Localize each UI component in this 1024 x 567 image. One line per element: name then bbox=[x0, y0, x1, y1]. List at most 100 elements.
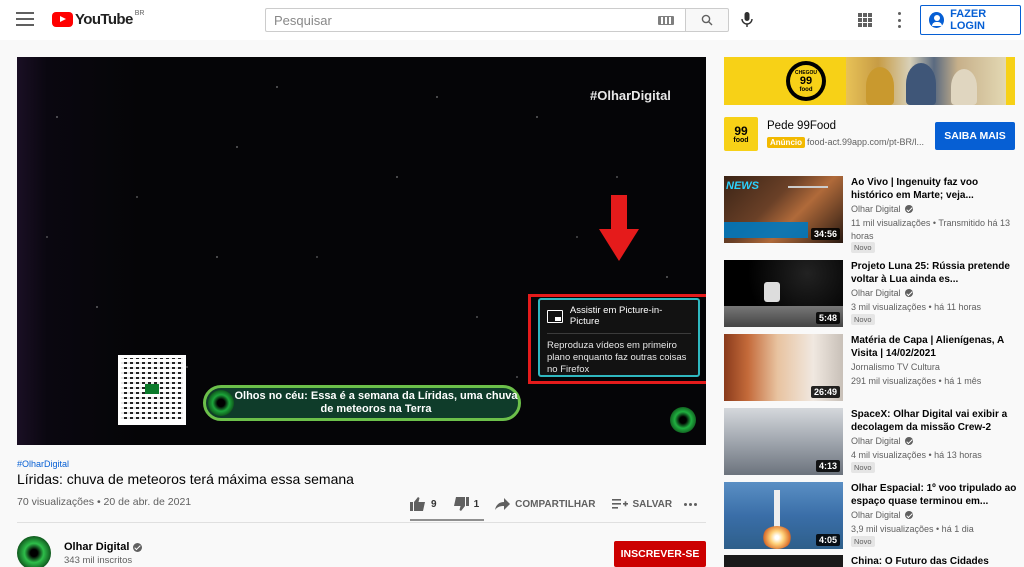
red-arrow-annotation bbox=[599, 195, 639, 265]
new-badge: Novo bbox=[851, 462, 875, 473]
recommendation-channel-name: Olhar Digital bbox=[851, 510, 901, 520]
divider bbox=[17, 522, 706, 523]
recommendation-meta: 291 mil visualizações • há 1 mês bbox=[851, 376, 982, 386]
ad-banner-image[interactable]: CHEGOU 99 food bbox=[724, 57, 1015, 105]
ad-label-badge: Anúncio bbox=[767, 137, 805, 148]
recommendation-channel-name: Olhar Digital bbox=[851, 288, 901, 298]
video-thumbnail: 4:05 bbox=[724, 482, 843, 549]
recommendation-title: Matéria de Capa | Alienígenas, A Visita … bbox=[851, 335, 1004, 359]
ad-photo bbox=[846, 57, 1006, 105]
recommendation-meta: 3 mil visualizações • há 11 horas bbox=[851, 302, 982, 312]
recommendation-channel: Olhar Digital bbox=[851, 204, 913, 214]
recommendation-item[interactable]: 26:49 Matéria de Capa | Alienígenas, A V… bbox=[724, 334, 1020, 402]
more-actions-icon[interactable] bbox=[684, 503, 697, 506]
video-duration: 34:56 bbox=[810, 228, 840, 240]
save-label: SALVAR bbox=[632, 498, 673, 510]
recommendation-title: Projeto Luna 25: Rússia pretende voltar … bbox=[851, 261, 1010, 285]
top-header: YouTube BR FAZER LOGIN bbox=[0, 0, 1024, 40]
ad-logo-line1: 99 bbox=[734, 123, 748, 138]
dislike-button[interactable]: 1 bbox=[453, 497, 480, 511]
youtube-play-icon bbox=[52, 12, 73, 27]
subscribe-button[interactable]: INSCREVER-SE bbox=[614, 541, 706, 567]
settings-more-icon[interactable] bbox=[897, 12, 901, 28]
video-title: Líridas: chuva de meteoros terá máxima e… bbox=[17, 471, 354, 487]
recommendation-channel: Olhar Digital bbox=[851, 510, 913, 520]
recommendation-channel-name: Olhar Digital bbox=[851, 436, 901, 446]
playlist-add-icon bbox=[611, 499, 628, 509]
lower-third-text: Olhos no céu: Essa é a semana da Líridas… bbox=[234, 390, 518, 415]
recommendation-channel-name: Olhar Digital bbox=[851, 204, 901, 214]
logo-country-code: BR bbox=[134, 10, 145, 17]
like-count: 9 bbox=[431, 498, 437, 510]
recommendation-title: Olhar Espacial: 1º voo tripulado ao espa… bbox=[851, 483, 1017, 507]
recommendation-title: SpaceX: Olhar Digital vai exibir a decol… bbox=[851, 409, 1008, 433]
save-button[interactable]: SALVAR bbox=[611, 498, 673, 510]
thumbs-down-icon bbox=[453, 497, 469, 511]
verified-icon bbox=[133, 542, 143, 552]
share-icon bbox=[495, 498, 511, 510]
olhar-digital-eye-icon bbox=[208, 390, 234, 416]
recommendation-title: Ao Vivo | Ingenuity faz voo histórico em… bbox=[851, 177, 979, 201]
like-button[interactable]: 9 bbox=[410, 497, 437, 511]
recommendation-channel-name: Jornalismo TV Cultura bbox=[851, 362, 940, 372]
channel-avatar[interactable] bbox=[17, 536, 51, 567]
ad-badge-line2: 99 bbox=[799, 74, 813, 87]
video-thumbnail: 5:48 bbox=[724, 260, 843, 327]
video-duration: 4:05 bbox=[815, 534, 840, 546]
channel-corner-logo bbox=[670, 407, 696, 433]
recommendation-item[interactable]: NEWS 34:56 Ao Vivo | Ingenuity faz voo h… bbox=[724, 176, 1020, 253]
search-input[interactable] bbox=[265, 8, 685, 32]
ad-title[interactable]: Pede 99Food bbox=[767, 120, 836, 132]
lower-third-caption: Olhos no céu: Essa é a semana da Líridas… bbox=[203, 385, 521, 421]
video-player[interactable]: #OlharDigital Olhos no céu: Essa é a sem… bbox=[17, 57, 706, 445]
recommendation-item[interactable]: 4:05 Olhar Espacial: 1º voo tripulado ao… bbox=[724, 482, 1020, 550]
video-thumbnail: 4:13 bbox=[724, 408, 843, 475]
login-button[interactable]: FAZER LOGIN bbox=[920, 5, 1021, 35]
video-thumbnail[interactable] bbox=[724, 555, 843, 567]
recommendation-channel: Olhar Digital bbox=[851, 436, 913, 446]
recommendation-item[interactable]: 5:48 Projeto Luna 25: Rússia pretende vo… bbox=[724, 260, 1020, 328]
video-duration: 5:48 bbox=[815, 312, 840, 324]
recommendation-channel: Jornalismo TV Cultura bbox=[851, 362, 940, 372]
red-highlight-box bbox=[528, 294, 706, 384]
youtube-logo[interactable]: YouTube BR bbox=[52, 10, 145, 28]
search-icon bbox=[701, 14, 713, 26]
video-watermark: #OlharDigital bbox=[590, 88, 671, 103]
video-duration: 26:49 bbox=[810, 386, 840, 398]
search-button[interactable] bbox=[685, 8, 729, 32]
video-thumbnail: NEWS 34:56 bbox=[724, 176, 843, 243]
verified-icon bbox=[904, 289, 913, 297]
channel-subscribers: 343 mil inscritos bbox=[64, 555, 133, 566]
microphone-icon[interactable] bbox=[740, 11, 754, 29]
new-badge: Novo bbox=[851, 536, 875, 547]
apps-grid-icon[interactable] bbox=[858, 13, 872, 27]
recommendation-meta: 3,9 mil visualizações • há 1 dia bbox=[851, 524, 974, 534]
like-ratio-bar bbox=[410, 519, 484, 521]
recommendation-item[interactable]: 4:13 SpaceX: Olhar Digital vai exibir a … bbox=[724, 408, 1020, 476]
share-button[interactable]: COMPARTILHAR bbox=[495, 498, 596, 510]
ad-url: food-act.99app.com/pt-BR/l... bbox=[807, 137, 925, 147]
recommendation-meta: 4 mil visualizações • há 13 horas bbox=[851, 450, 982, 460]
thumbs-up-icon bbox=[410, 497, 425, 511]
hamburger-menu-icon[interactable] bbox=[16, 12, 34, 26]
ad-advertiser-logo[interactable]: 99 food bbox=[724, 117, 758, 151]
share-label: COMPARTILHAR bbox=[515, 498, 596, 510]
video-hashtag[interactable]: #OlharDigital bbox=[17, 459, 69, 469]
video-meta: 70 visualizações • 20 de abr. de 2021 bbox=[17, 496, 192, 508]
verified-icon bbox=[904, 437, 913, 445]
keyboard-icon[interactable] bbox=[658, 16, 674, 25]
login-label: FAZER LOGIN bbox=[950, 8, 987, 32]
thumbnail-tag: NEWS bbox=[726, 180, 759, 192]
new-badge: Novo bbox=[851, 314, 875, 325]
ad-badge: CHEGOU 99 food bbox=[790, 65, 822, 97]
dislike-count: 1 bbox=[473, 498, 480, 510]
qr-code bbox=[118, 355, 186, 425]
ad-cta-button[interactable]: SAIBA MAIS bbox=[935, 122, 1015, 150]
recommendation-title[interactable]: China: O Futuro das Cidades bbox=[851, 556, 989, 567]
ad-logo-line2: food bbox=[733, 136, 749, 144]
search-bar bbox=[265, 8, 729, 32]
video-duration: 4:13 bbox=[815, 460, 840, 472]
logo-text: YouTube bbox=[75, 11, 133, 28]
account-icon bbox=[929, 12, 945, 28]
channel-name[interactable]: Olhar Digital bbox=[64, 541, 143, 553]
